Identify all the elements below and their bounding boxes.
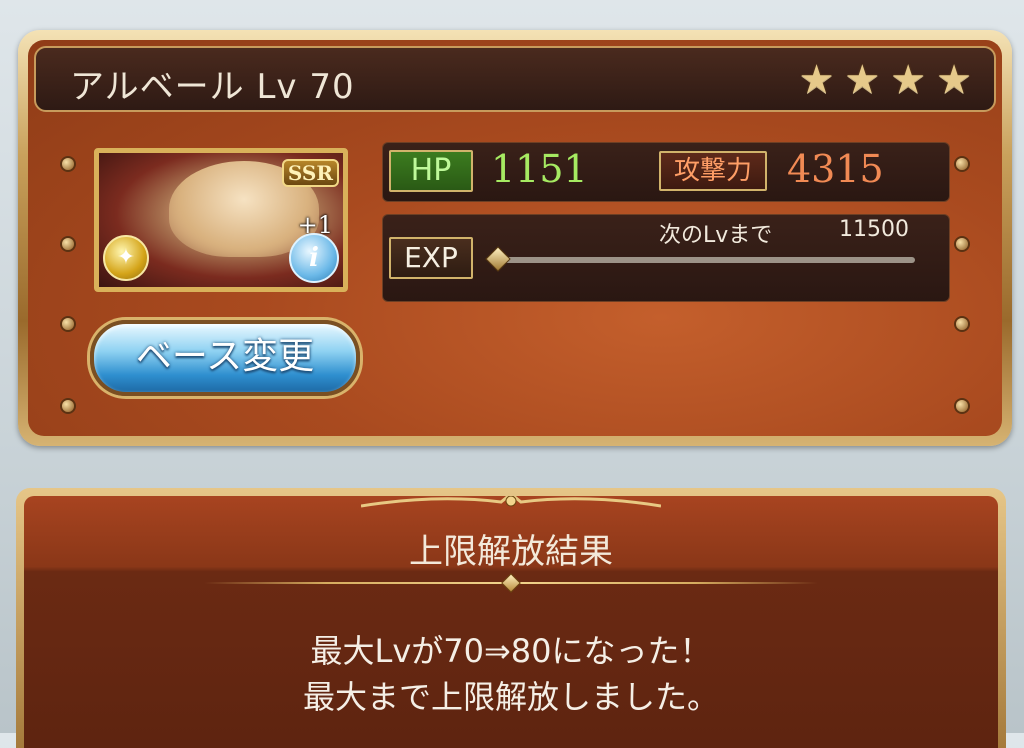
wind-element-icon: ✦: [103, 235, 149, 281]
rivet-decoration: [62, 318, 74, 330]
change-base-button[interactable]: ベース変更: [90, 320, 360, 396]
character-name-level: アルベール Lv 70: [70, 67, 355, 107]
rivet-decoration: [62, 400, 74, 412]
star-icon: ★: [844, 57, 881, 103]
rivet-decoration: [956, 158, 968, 170]
rarity-stars: ★ ★ ★ ★: [799, 60, 972, 100]
result-panel-inner: 上限解放結果 最大Lvが70⇒80になった！ 最大まで上限解放しました。: [24, 496, 998, 748]
star-icon: ★: [798, 57, 835, 103]
attack-value: 4315: [787, 147, 884, 191]
character-panel: アルベール Lv 70 ★ ★ ★ ★ SSR +1 ✦ i ベース変更 HP: [18, 30, 1012, 446]
rivet-decoration: [956, 318, 968, 330]
result-message-line2: 最大まで上限解放しました。: [302, 678, 719, 716]
hp-value: 1151: [491, 147, 588, 191]
stat-row-hp-atk: HP 1151 攻撃力 4315: [382, 142, 950, 202]
rivet-decoration: [956, 400, 968, 412]
hp-label: HP: [389, 150, 473, 192]
exp-label: EXP: [389, 237, 473, 279]
rarity-badge: SSR: [281, 159, 339, 187]
character-title-bar: アルベール Lv 70 ★ ★ ★ ★: [34, 46, 996, 112]
rivet-decoration: [956, 238, 968, 250]
attack-label: 攻撃力: [659, 151, 767, 191]
rivet-decoration: [62, 238, 74, 250]
next-level-label: 次のLvまで: [659, 223, 773, 248]
divider-gem: [501, 573, 521, 593]
rivet-decoration: [62, 158, 74, 170]
exp-progress-knob: [485, 246, 511, 272]
stat-row-exp: EXP 次のLvまで 11500: [382, 214, 950, 302]
exp-progress-bar: [485, 246, 915, 272]
result-message-line1: 最大Lvが70⇒80になった！: [310, 632, 712, 670]
character-panel-inner: アルベール Lv 70 ★ ★ ★ ★ SSR +1 ✦ i ベース変更 HP: [28, 40, 1002, 436]
character-portrait[interactable]: SSR +1 ✦ i: [94, 148, 348, 292]
ornament-decoration: [361, 496, 661, 508]
result-title: 上限解放結果: [409, 532, 613, 572]
star-icon: ★: [890, 57, 927, 103]
next-level-value: 11500: [839, 217, 909, 242]
info-icon[interactable]: i: [289, 233, 339, 283]
star-icon: ★: [936, 57, 972, 103]
limit-break-result-panel: 上限解放結果 最大Lvが70⇒80になった！ 最大まで上限解放しました。: [16, 488, 1006, 748]
